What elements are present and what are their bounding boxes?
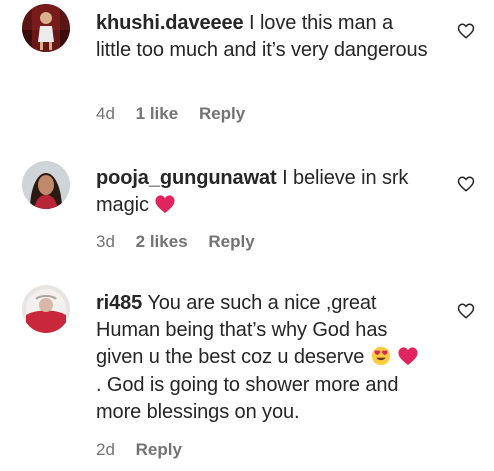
profile-photo-icon <box>22 4 70 52</box>
comment-time: 4d <box>96 104 115 123</box>
reply-button[interactable]: Reply <box>208 232 254 251</box>
avatar[interactable] <box>22 161 70 209</box>
like-heart-icon[interactable] <box>457 175 475 193</box>
profile-photo-icon <box>22 161 70 209</box>
profile-photo-icon <box>22 285 70 333</box>
likes-count[interactable]: 2 likes <box>136 232 188 251</box>
like-heart-icon[interactable] <box>457 302 475 320</box>
comment-meta: 2d Reply <box>96 440 198 460</box>
avatar[interactable] <box>22 285 70 333</box>
red-heart-icon <box>397 346 419 366</box>
like-heart-icon[interactable] <box>457 22 475 40</box>
comment-time: 2d <box>96 440 115 459</box>
comment-message-continued: . God is going to shower more and more b… <box>96 373 399 423</box>
comment-username[interactable]: ri485 <box>96 292 142 314</box>
comment-meta: 3d 2 likes Reply <box>96 232 271 252</box>
comment-username[interactable]: khushi.daveeee <box>96 12 244 34</box>
likes-count[interactable]: 1 like <box>136 104 179 123</box>
red-heart-icon <box>154 194 176 214</box>
avatar[interactable] <box>22 4 70 52</box>
comment-time: 3d <box>96 232 115 251</box>
comment-meta: 4d 1 like Reply <box>96 104 261 124</box>
comment-username[interactable]: pooja_gungunawat <box>96 167 277 189</box>
comment-text: ri485 You are such a nice ,great Human b… <box>96 290 428 426</box>
reply-button[interactable]: Reply <box>199 104 245 123</box>
comment-text: khushi.daveeee I love this man a little … <box>96 10 428 64</box>
reply-button[interactable]: Reply <box>136 440 182 459</box>
comment-text: pooja_gungunawat I believe in srk magic <box>96 165 428 219</box>
heart-eyes-face-icon <box>370 346 392 366</box>
